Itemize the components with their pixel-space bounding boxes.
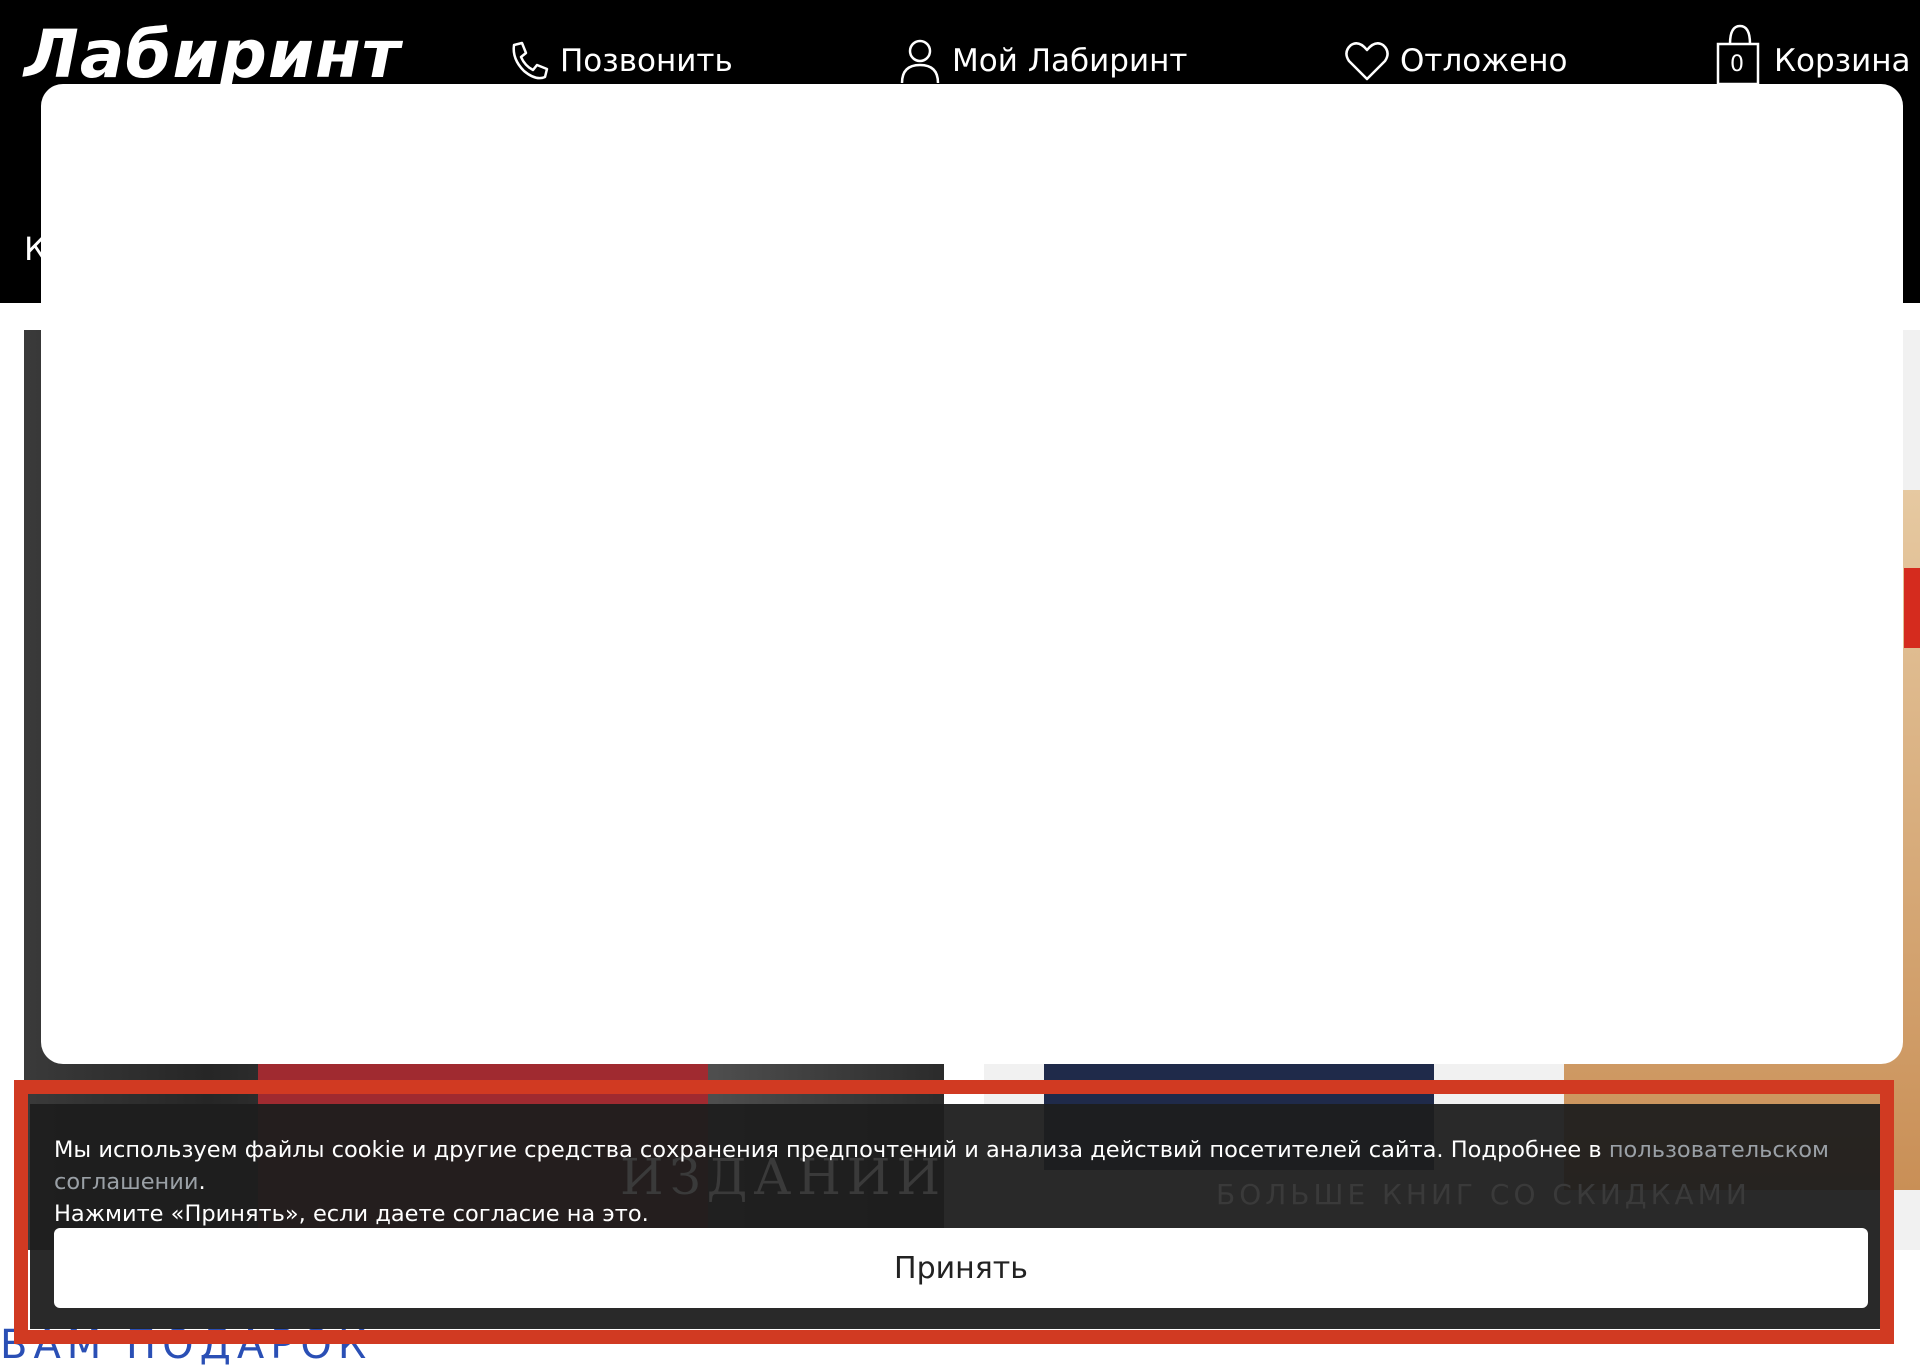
site-logo[interactable]: Лабиринт <box>24 22 401 88</box>
cart-button[interactable]: 0 Корзина <box>1716 24 1911 86</box>
phone-icon <box>512 41 549 80</box>
heart-icon <box>1345 42 1389 81</box>
user-icon <box>900 39 940 84</box>
saved-button[interactable]: Отложено <box>1344 36 1567 86</box>
sale-badge <box>1904 568 1920 648</box>
my-account-label: Мой Лабиринт <box>952 43 1188 79</box>
saved-label: Отложено <box>1400 43 1568 79</box>
modal-dialog <box>41 84 1903 1064</box>
cart-label: Корзина <box>1774 43 1911 79</box>
cart-count: 0 <box>1730 52 1744 77</box>
my-account-button[interactable]: Мой Лабиринт <box>898 36 1187 86</box>
call-button[interactable]: Позвонить <box>506 36 733 86</box>
highlight-frame <box>14 1080 1894 1344</box>
call-label: Позвонить <box>560 43 733 79</box>
shopping-bag-icon: 0 <box>1716 22 1764 88</box>
